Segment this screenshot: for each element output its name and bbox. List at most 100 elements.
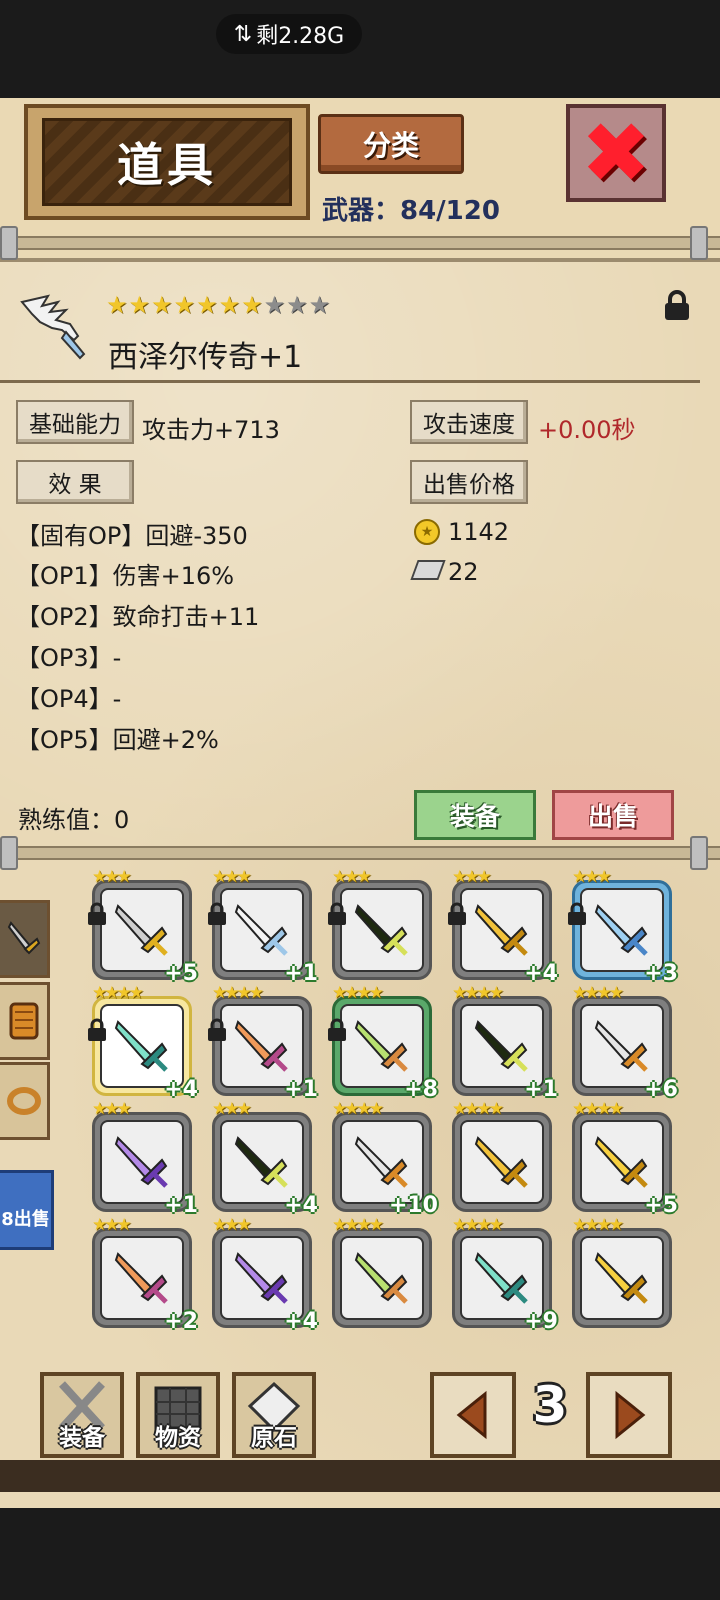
golden-spike-sword-icon: [474, 904, 528, 956]
tab-armor[interactable]: [0, 982, 50, 1060]
lock-icon: [208, 902, 226, 925]
slot-stars: ★★★: [452, 867, 492, 887]
slot-stars: ★★★★: [452, 1099, 504, 1119]
inventory-slot[interactable]: ★★★★ +6: [572, 984, 678, 1102]
inventory-slot[interactable]: ★★★ +4: [212, 1100, 318, 1218]
inventory-slot[interactable]: ★★★★ +1: [452, 984, 558, 1102]
armor-icon: [9, 1002, 38, 1040]
slot-level: +1: [524, 1077, 558, 1102]
slot-level: +10: [388, 1193, 438, 1218]
item-stars: ★ ★ ★ ★ ★ ★ ★ ★ ★ ★: [106, 292, 330, 318]
slot-stars: ★★★: [92, 1215, 132, 1235]
golden-spike-sword-icon: [474, 1136, 528, 1188]
base-ability-value: 攻击力+713: [142, 416, 280, 444]
inventory-slot[interactable]: ★★★ +1: [92, 1100, 198, 1218]
slot-inner: [460, 1120, 544, 1204]
star-empty-icon: ★: [286, 291, 308, 319]
inventory-slot[interactable]: ★★★★ +5: [572, 1100, 678, 1218]
inventory-slot[interactable]: ★★★ +5: [88, 868, 198, 986]
inventory-slot[interactable]: ★★★ +3: [568, 868, 678, 986]
category-button[interactable]: 分类: [318, 114, 464, 174]
green-sword-icon: [354, 1020, 408, 1072]
option-line: 【OP4】-: [16, 685, 122, 713]
slot-stars: ★★★: [212, 867, 252, 887]
lock-icon: [88, 902, 106, 925]
lock-icon: [328, 1018, 346, 1041]
inventory-slot[interactable]: ★★★★: [572, 1216, 672, 1328]
slot-level: +8: [404, 1077, 438, 1102]
base-ability-tag: 基础能力: [16, 400, 134, 444]
sync-icon: ⇅: [233, 21, 253, 47]
slot-stars: ★★★: [332, 867, 372, 887]
prev-page-button[interactable]: [430, 1372, 516, 1458]
inventory-slot[interactable]: ★★★★ +1: [208, 984, 318, 1102]
inventory-slot[interactable]: ★★★★: [332, 1216, 432, 1328]
slot-inner: [220, 1236, 304, 1320]
slot-inner: [580, 1236, 664, 1320]
teal-sword-icon: [114, 1020, 168, 1072]
nav-equip-label: 装备: [59, 1425, 105, 1451]
slot-inner: [340, 1120, 424, 1204]
sword-icon: [7, 921, 40, 955]
nav-ore-button[interactable]: 原石: [232, 1372, 316, 1458]
star-empty-icon: ★: [308, 291, 331, 319]
nav-equip-button[interactable]: 装备: [40, 1372, 124, 1458]
inventory-slot[interactable]: ★★★★: [452, 1100, 552, 1212]
item-name: 西泽尔传奇+1: [108, 340, 303, 375]
lock-icon: [328, 902, 346, 925]
inventory-slot[interactable]: ★★★★ +9: [452, 1216, 558, 1334]
bottom-bar: [0, 1460, 720, 1492]
divider: [0, 380, 700, 383]
slot-inner: [100, 1236, 184, 1320]
golden-saw-sword-icon: [594, 1136, 648, 1188]
slot-stars: ★★★: [212, 1099, 252, 1119]
slot-inner: [100, 1004, 184, 1088]
lock-icon: [208, 1018, 226, 1041]
price-gold: 1142: [448, 518, 510, 546]
tab-weapons[interactable]: [0, 900, 50, 978]
inventory-slot[interactable]: ★★★ +4: [212, 1216, 318, 1334]
rail-cap: [0, 836, 18, 870]
inventory-slot[interactable]: ★★★★ +10: [332, 1100, 438, 1218]
slot-stars: ★★★★: [332, 1099, 384, 1119]
star-icon: ★: [106, 291, 128, 319]
slot-stars: ★★★★: [572, 983, 624, 1003]
star-empty-icon: ★: [263, 291, 286, 319]
slot-inner: [220, 1004, 304, 1088]
rail-cap: [0, 226, 18, 260]
mid-rail: [0, 846, 720, 860]
close-button[interactable]: ✖: [566, 104, 666, 202]
star-icon: ★: [218, 291, 241, 319]
slot-inner: [220, 888, 304, 972]
option-line: 【OP2】致命打击+11: [16, 603, 260, 631]
slot-inner: [100, 1120, 184, 1204]
slot-level: +9: [524, 1309, 558, 1334]
lock-icon: [448, 902, 466, 925]
next-page-button[interactable]: [586, 1372, 672, 1458]
slot-level: +2: [164, 1309, 198, 1334]
equip-button[interactable]: 装备: [414, 790, 536, 840]
slot-inner: [580, 1004, 664, 1088]
orange-sword-icon: [234, 1020, 288, 1072]
lock-icon[interactable]: [662, 290, 692, 322]
sell-button[interactable]: 出售: [552, 790, 674, 840]
inventory-slot[interactable]: ★★★ +1: [208, 868, 318, 986]
page-title: 道具: [117, 138, 217, 192]
option-line: 【固有OP】回避-350: [16, 522, 248, 550]
inventory-slot[interactable]: ★★★: [328, 868, 432, 980]
knife-icon: [594, 1020, 648, 1072]
slot-level: +1: [284, 1077, 318, 1102]
tab-accessories[interactable]: [0, 1062, 50, 1140]
nav-materials-button[interactable]: 物资: [136, 1372, 220, 1458]
gold-coin-icon: ★: [414, 519, 440, 545]
weapon-count: 武器：84/120: [322, 196, 500, 226]
attack-speed-value: +0.00秒: [538, 416, 636, 444]
inventory-slot[interactable]: ★★★★ +4: [88, 984, 198, 1102]
inventory-slot[interactable]: ★★★★ +8: [328, 984, 438, 1102]
bulk-sell-button[interactable]: 8出售: [0, 1170, 54, 1250]
golden-saw-sword-icon: [594, 1252, 648, 1304]
dark-great-sword-icon: [354, 904, 408, 956]
inventory-slot[interactable]: ★★★ +2: [92, 1216, 198, 1334]
purple-sword-icon: [114, 1136, 168, 1188]
inventory-slot[interactable]: ★★★ +4: [448, 868, 558, 986]
